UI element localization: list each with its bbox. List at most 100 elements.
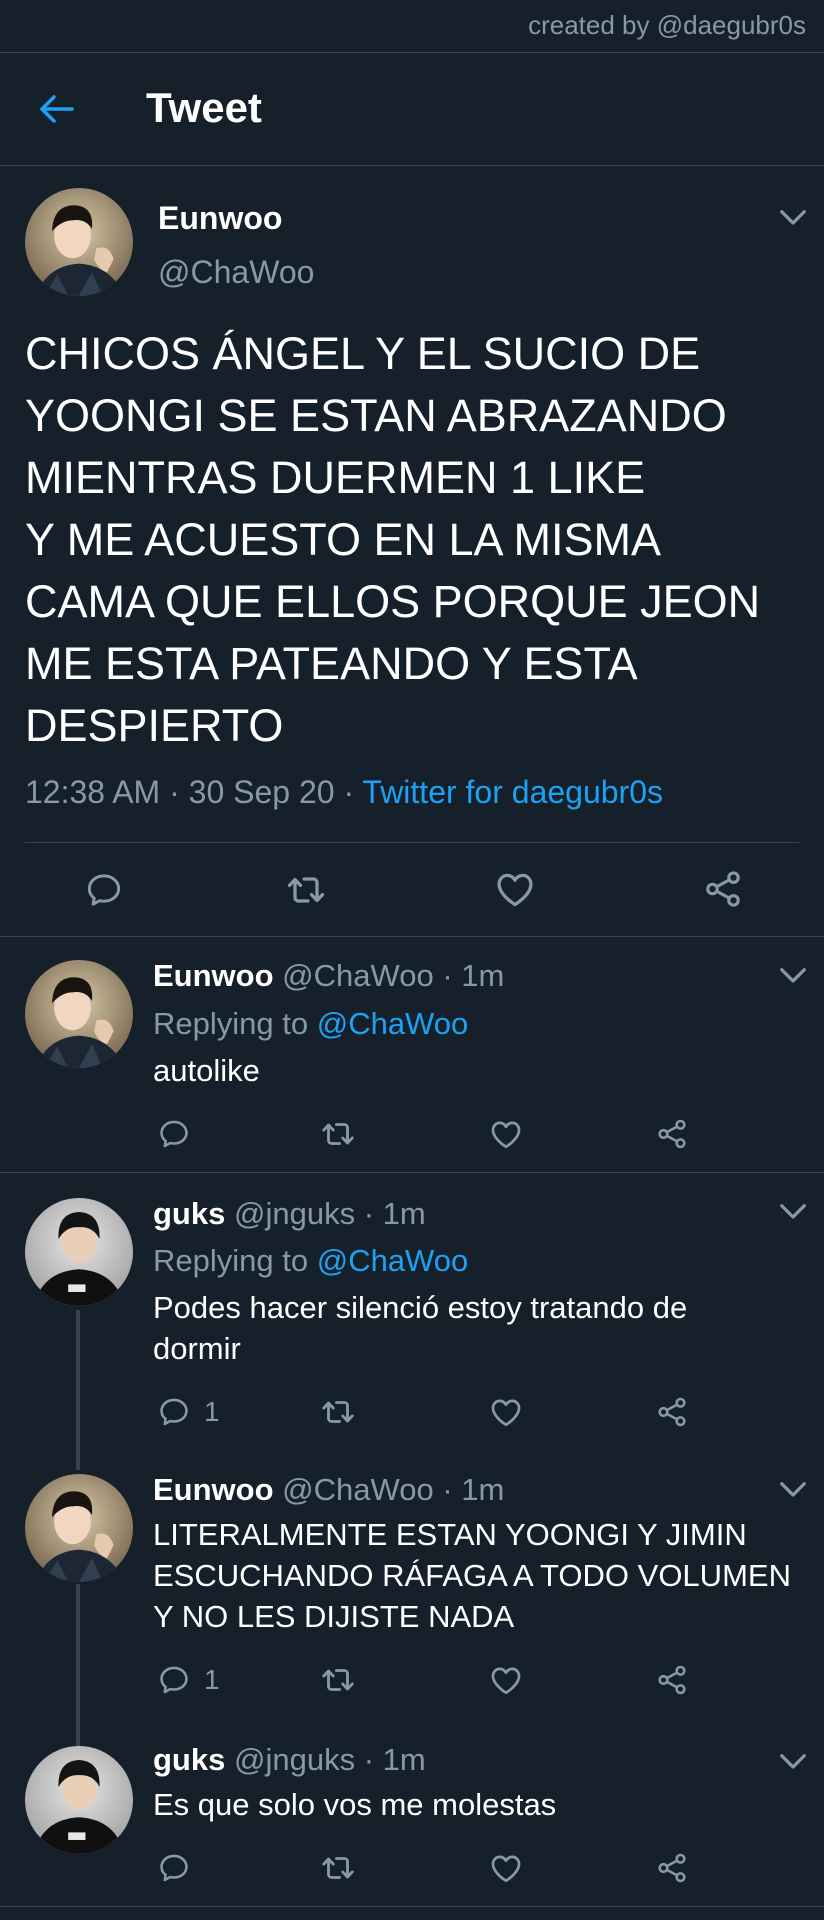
avatar[interactable] — [25, 1198, 133, 1306]
meta-separator: · — [442, 1472, 453, 1507]
author-handle[interactable]: @ChaWoo — [282, 1472, 434, 1507]
retweet-icon — [319, 1849, 357, 1887]
share-button[interactable] — [652, 1848, 692, 1888]
tweet-divider — [0, 1906, 824, 1907]
like-button[interactable] — [486, 1114, 526, 1154]
tweet-source-link[interactable]: Twitter for daegubr0s — [362, 774, 663, 810]
avatar[interactable] — [25, 960, 133, 1068]
replying-to: Replying to @ChaWoo — [153, 1243, 468, 1279]
heart-icon — [488, 1116, 524, 1152]
share-icon — [655, 1117, 689, 1151]
retweet-button[interactable] — [318, 1114, 358, 1154]
like-button[interactable] — [486, 1392, 526, 1432]
avatar[interactable] — [25, 1474, 133, 1582]
replying-to: Replying to @ChaWoo — [153, 1006, 468, 1042]
reply-time: 1m — [461, 958, 505, 993]
meta-separator: · — [363, 1196, 375, 1231]
reply-count: 1 — [204, 1664, 220, 1695]
retweet-button[interactable] — [318, 1392, 358, 1432]
reply-button[interactable] — [154, 1392, 194, 1432]
author-name[interactable]: Eunwoo — [153, 1472, 274, 1507]
chevron-down-icon[interactable] — [778, 966, 808, 986]
share-button[interactable] — [652, 1114, 692, 1154]
reply-icon — [157, 1117, 191, 1151]
tweet-text-line: YOONGI SE ESTAN ABRAZANDO — [25, 390, 727, 441]
arrow-left-icon — [40, 95, 74, 123]
reply-time: 1m — [382, 1196, 426, 1231]
heart-icon — [493, 867, 537, 911]
reply-button[interactable] — [154, 1848, 194, 1888]
author-handle[interactable]: @jnguks — [234, 1742, 355, 1777]
reply-button[interactable] — [82, 868, 126, 912]
reply-header: guks @jnguks · 1m — [153, 1196, 426, 1232]
meta-divider — [25, 842, 799, 843]
author-name[interactable]: Eunwoo — [158, 200, 282, 237]
avatar[interactable] — [25, 1746, 133, 1854]
mention-link[interactable]: @ChaWoo — [317, 1243, 469, 1278]
share-button[interactable] — [700, 866, 746, 912]
chevron-down-icon[interactable] — [778, 208, 808, 228]
share-button[interactable] — [652, 1660, 692, 1700]
replying-prefix: Replying to — [153, 1006, 309, 1041]
reply-header: guks @jnguks · 1m — [153, 1742, 426, 1778]
heart-icon — [488, 1394, 524, 1430]
reply-text: LITERALMENTE ESTAN YOONGI Y JIMIN ESCUCH… — [153, 1514, 793, 1637]
reply-icon — [157, 1663, 191, 1697]
replying-prefix: Replying to — [153, 1243, 309, 1278]
tweet-text-line: CHICOS ÁNGEL Y EL SUCIO DE — [25, 328, 701, 379]
reply-button[interactable] — [154, 1660, 194, 1700]
reply-time: 1m — [461, 1472, 505, 1507]
reply-text: Podes hacer silenció estoy tratando de d… — [153, 1287, 793, 1369]
header-divider — [0, 165, 824, 166]
thread-connector — [76, 1310, 80, 1470]
tweet-text-line: MIENTRAS DUERMEN 1 LIKE — [25, 452, 646, 503]
top-bar: Tweet — [0, 54, 824, 164]
like-button[interactable] — [486, 1848, 526, 1888]
back-button[interactable] — [30, 88, 82, 130]
chevron-down-icon[interactable] — [778, 1480, 808, 1500]
share-button[interactable] — [652, 1392, 692, 1432]
author-name[interactable]: guks — [153, 1742, 225, 1777]
reply-count: 1 — [204, 1396, 220, 1427]
tweet-divider — [0, 936, 824, 937]
like-button[interactable] — [486, 1660, 526, 1700]
retweet-button[interactable] — [284, 868, 328, 912]
reply-text-line: Podes hacer silenció estoy tratando de — [153, 1290, 688, 1325]
avatar[interactable] — [25, 188, 133, 296]
reply-text-line: Es que solo vos me molestas — [153, 1787, 557, 1822]
author-handle[interactable]: @jnguks — [234, 1196, 355, 1231]
tweet-text-line: ME ESTA PATEANDO Y ESTA — [25, 638, 638, 689]
meta-separator: · — [363, 1742, 375, 1777]
share-icon — [702, 868, 744, 910]
reply-text-line: dormir — [153, 1331, 241, 1366]
chevron-down-icon[interactable] — [778, 1202, 808, 1222]
meta-separator: · — [442, 958, 453, 993]
retweet-button[interactable] — [318, 1660, 358, 1700]
reply-icon — [157, 1395, 191, 1429]
retweet-icon — [319, 1115, 357, 1153]
share-icon — [655, 1395, 689, 1429]
tweet-divider — [0, 1172, 824, 1173]
chevron-down-icon[interactable] — [778, 1752, 808, 1772]
meta-separator: · — [169, 774, 180, 810]
like-button[interactable] — [492, 866, 538, 912]
reply-button[interactable] — [154, 1114, 194, 1154]
author-name[interactable]: Eunwoo — [153, 958, 274, 993]
reply-header: Eunwoo @ChaWoo · 1m — [153, 958, 504, 994]
heart-icon — [488, 1662, 524, 1698]
retweet-icon — [319, 1393, 357, 1431]
tweet-date: 30 Sep 20 — [188, 774, 335, 810]
meta-separator: · — [343, 774, 355, 810]
retweet-button[interactable] — [318, 1848, 358, 1888]
reply-icon — [157, 1851, 191, 1885]
share-icon — [655, 1851, 689, 1885]
retweet-icon — [319, 1661, 357, 1699]
reply-text-line: ESCUCHANDO RÁFAGA A TODO VOLUMEN — [153, 1558, 791, 1593]
reply-time: 1m — [382, 1742, 426, 1777]
mention-link[interactable]: @ChaWoo — [317, 1006, 469, 1041]
author-handle[interactable]: @ChaWoo — [282, 958, 434, 993]
author-handle[interactable]: @ChaWoo — [158, 254, 314, 291]
tweet-text-line: CAMA QUE ELLOS PORQUE JEON — [25, 576, 761, 627]
author-name[interactable]: guks — [153, 1196, 225, 1231]
reply-text: autolike — [153, 1050, 793, 1091]
